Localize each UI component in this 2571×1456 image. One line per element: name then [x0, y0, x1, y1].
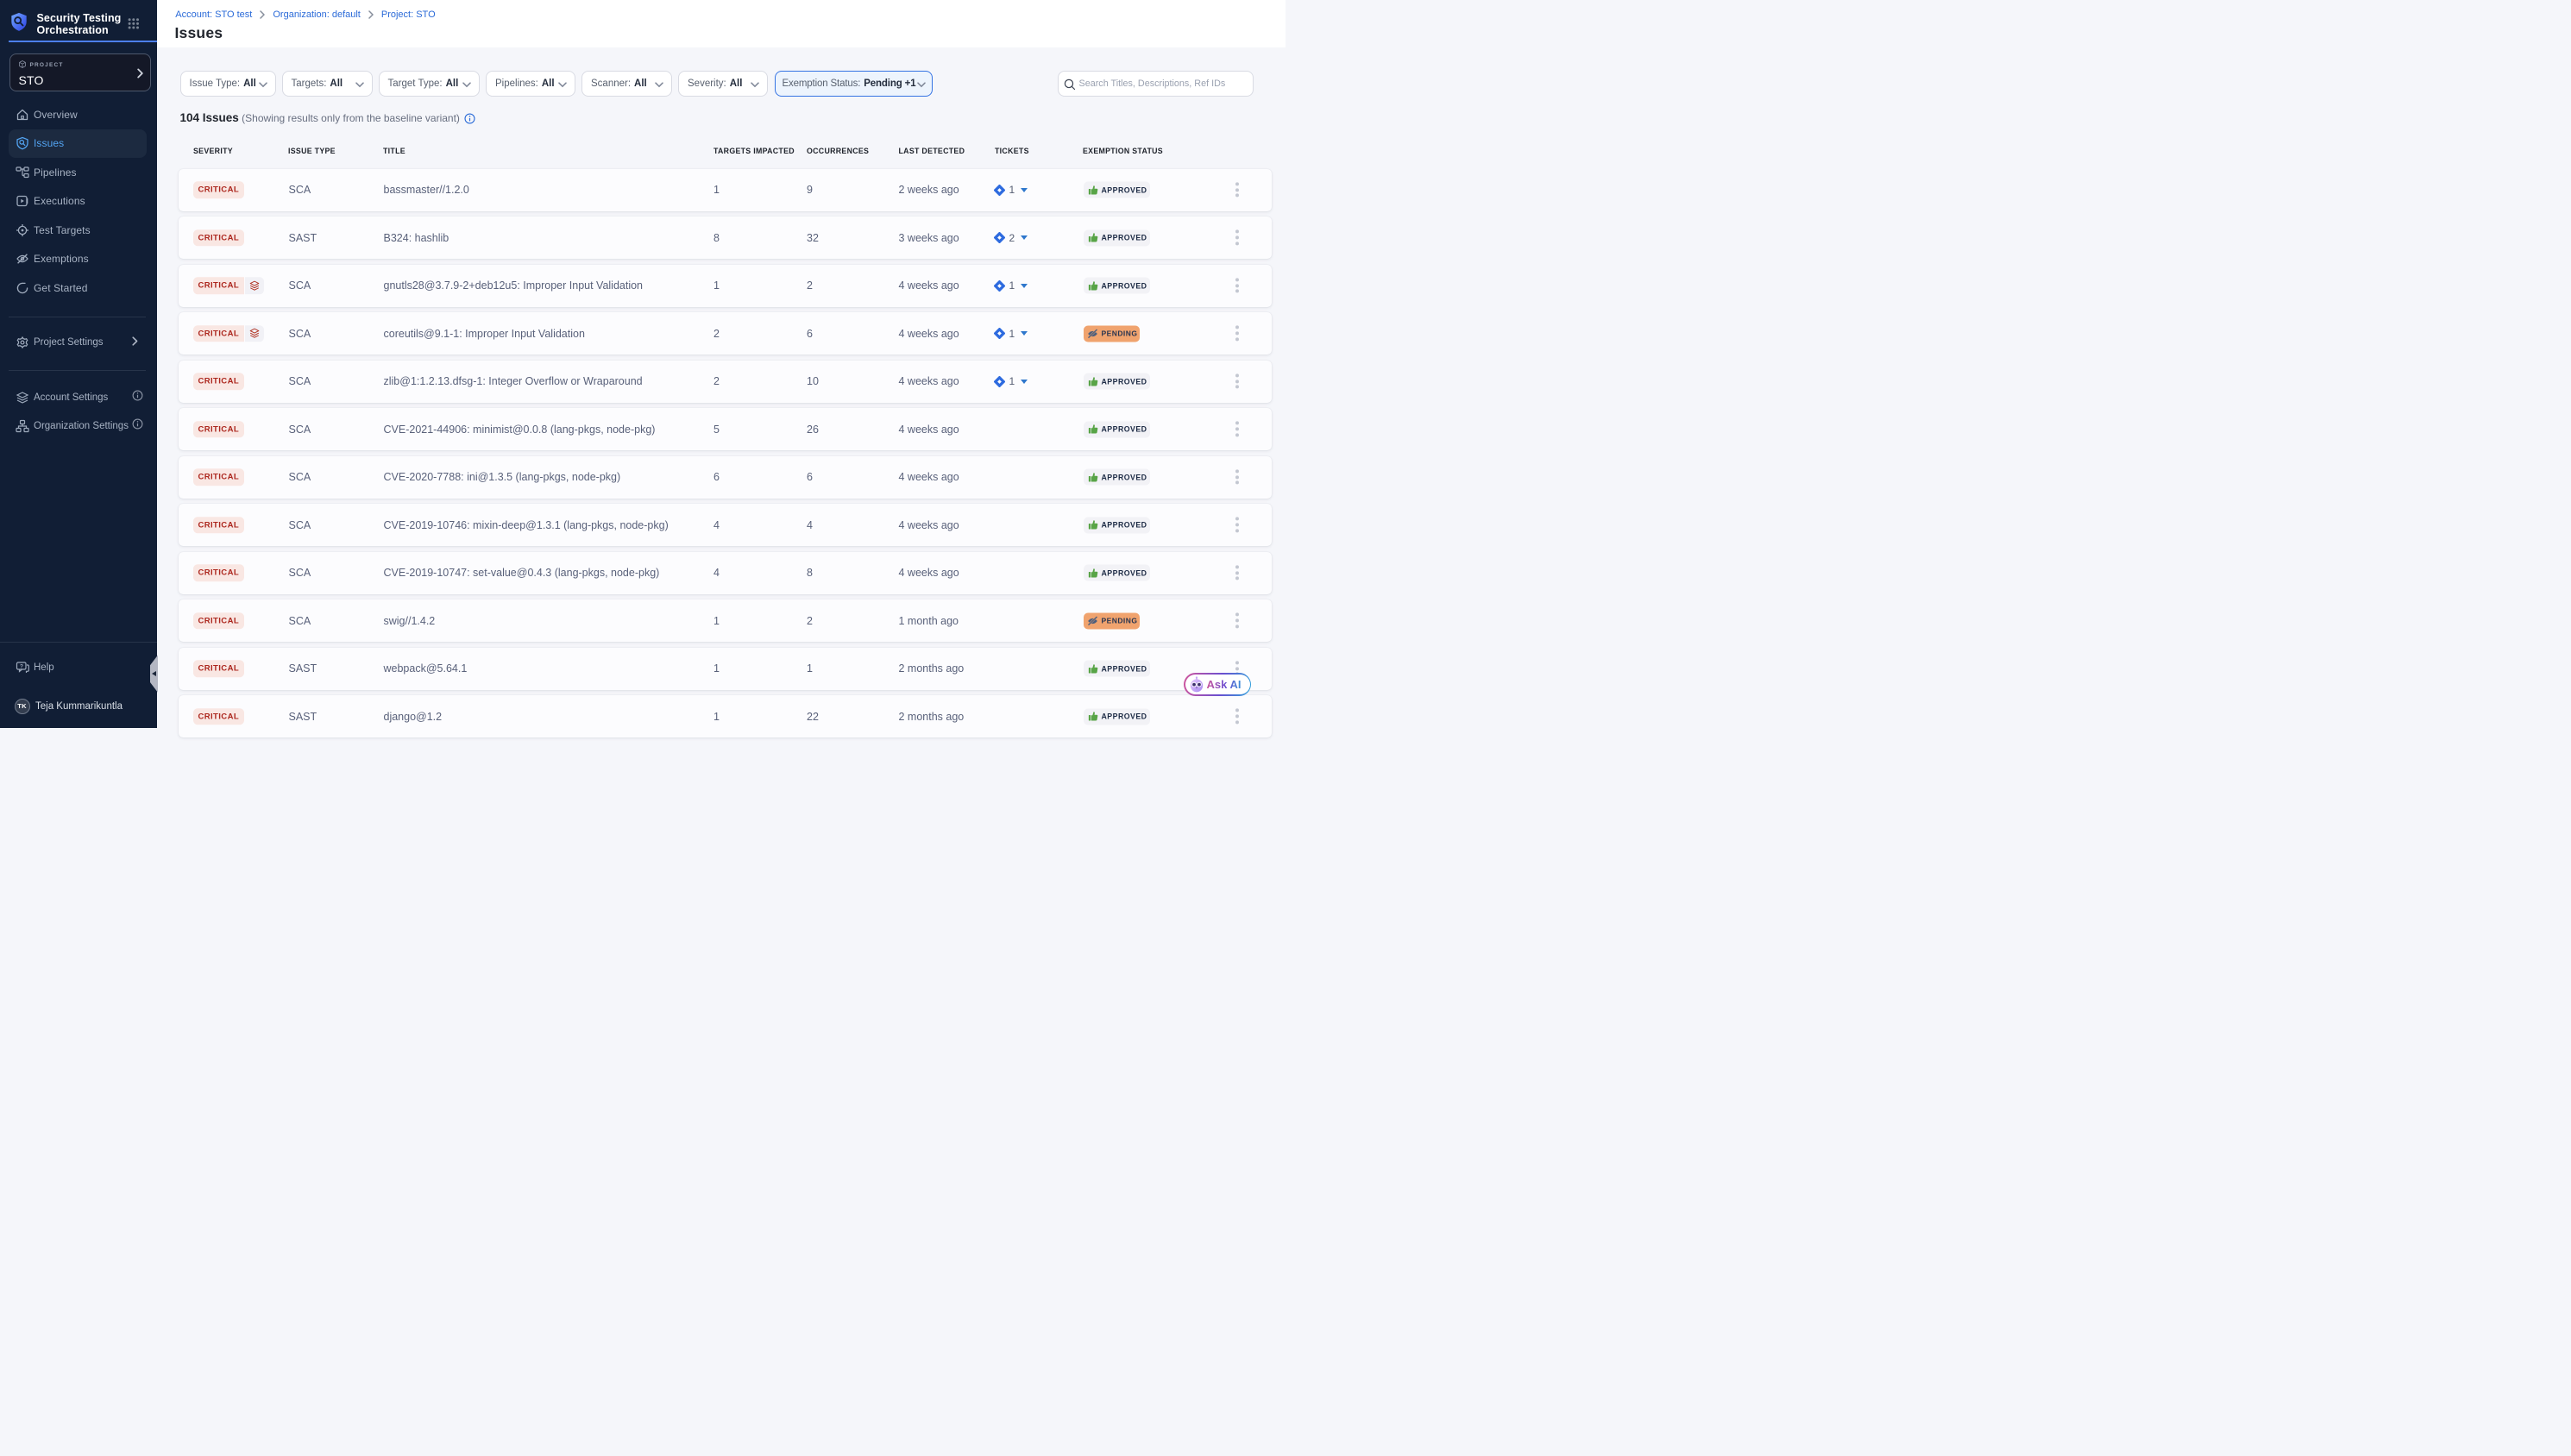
svg-text:?: ?: [20, 663, 23, 669]
